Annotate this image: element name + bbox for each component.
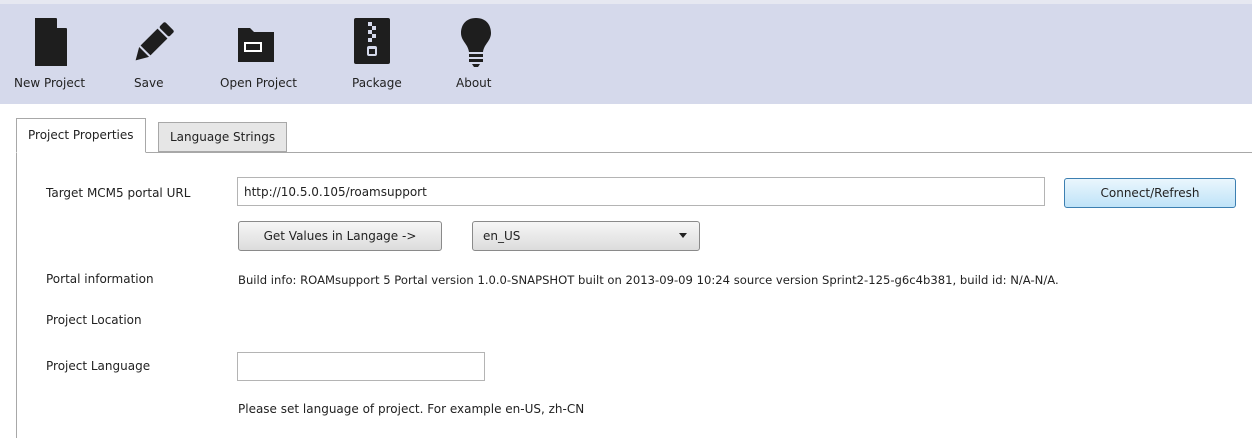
project-language-input[interactable] — [237, 352, 485, 381]
package-label: Package — [352, 76, 402, 90]
folder-icon — [234, 16, 278, 68]
tab-strip: Project Properties Language Strings — [0, 104, 1252, 154]
project-location-label: Project Location — [46, 313, 142, 327]
portal-url-label: Target MCM5 portal URL — [46, 186, 191, 200]
lightbulb-icon — [454, 16, 498, 68]
get-values-button[interactable]: Get Values in Langage -> — [238, 221, 442, 251]
connect-refresh-button[interactable]: Connect/Refresh — [1064, 178, 1236, 208]
pencil-icon — [132, 16, 176, 68]
about-button[interactable]: About — [456, 4, 500, 104]
toolbar: New Project Save Open Project Package Ab… — [0, 0, 1252, 104]
project-language-label: Project Language — [46, 359, 151, 373]
save-label: Save — [134, 76, 164, 90]
portal-information-label: Portal information — [46, 272, 154, 286]
zip-icon — [350, 16, 394, 68]
about-label: About — [456, 76, 492, 90]
project-language-hint: Please set language of project. For exam… — [238, 402, 585, 416]
new-file-icon — [29, 16, 73, 68]
language-select-value: en_US — [483, 229, 521, 243]
tab-language-strings[interactable]: Language Strings — [158, 122, 288, 152]
chevron-down-icon — [679, 233, 687, 238]
package-button[interactable]: Package — [352, 4, 412, 104]
language-select[interactable]: en_US — [472, 221, 700, 251]
new-project-label: New Project — [14, 76, 86, 90]
open-project-label: Open Project — [220, 76, 297, 90]
portal-url-input[interactable] — [237, 177, 1045, 206]
open-project-button[interactable]: Open Project — [220, 4, 310, 104]
save-button[interactable]: Save — [134, 4, 178, 104]
tab-project-properties[interactable]: Project Properties — [16, 118, 146, 153]
portal-information-value: Build info: ROAMsupport 5 Portal version… — [238, 273, 1059, 287]
new-project-button[interactable]: New Project — [14, 4, 96, 104]
